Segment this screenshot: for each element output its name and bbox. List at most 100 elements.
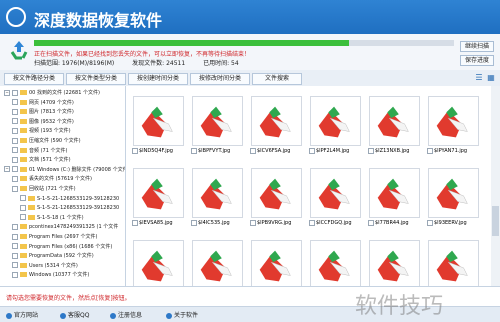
file-thumbnail[interactable] (191, 240, 244, 286)
tree-item[interactable]: 回收站 (721 个文件) (12, 185, 76, 193)
file-thumbnail[interactable] (132, 240, 185, 286)
image-preview-icon (251, 168, 302, 218)
file-name-label: $ICCFDGQ.jpg (309, 219, 362, 227)
tree-checkbox[interactable] (12, 89, 18, 96)
file-thumbnail[interactable]: $I4IC535.jpg (191, 168, 244, 228)
tree-checkbox[interactable] (20, 214, 26, 221)
official-site-link[interactable]: 官方网站 (6, 310, 38, 319)
save-progress-button[interactable]: 保存进度 (460, 55, 494, 66)
file-thumbnail[interactable] (309, 240, 362, 286)
tree-item[interactable]: Windows (10377 个文件) (12, 271, 89, 279)
tree-item-label: 图片 (7813 个文件) (29, 109, 74, 116)
tree-item[interactable]: 视频 (193 个文件) (12, 127, 71, 135)
tree-item[interactable]: 音频 (71 个文件) (12, 147, 67, 155)
tree-item[interactable]: − 00 找到的文件 (22681 个文件) (4, 89, 100, 97)
file-thumbnail[interactable]: $ICCFDGQ.jpg (309, 168, 362, 228)
tree-item[interactable]: S-1-5-21-1268533129-39128230 (20, 204, 119, 212)
file-checkbox[interactable] (368, 147, 374, 154)
support-qq-link[interactable]: 客服QQ (60, 310, 89, 319)
file-name: $ICV6FSA.jpg (257, 148, 291, 154)
tree-checkbox[interactable] (12, 271, 18, 278)
about-link[interactable]: 关于软件 (166, 310, 198, 319)
scanned-size: 扫描范围: 1976(M)/8196(M) (34, 60, 115, 67)
file-checkbox[interactable] (427, 147, 433, 154)
file-checkbox[interactable] (191, 147, 197, 154)
tree-item[interactable]: − 01 Windows (C:) 删除文件 (79008 个文件) (4, 166, 125, 174)
content-scrollbar[interactable] (491, 86, 500, 286)
tree-item[interactable]: S-1-5-21-1268533129-39128230 (20, 195, 119, 203)
tree-checkbox[interactable] (12, 223, 18, 230)
register-info-link[interactable]: 注册信息 (110, 310, 142, 319)
tree-item[interactable]: Program Files (x86) (1686 个文件) (12, 243, 112, 251)
tree-checkbox[interactable] (20, 204, 26, 211)
file-checkbox[interactable] (132, 219, 138, 226)
tree-checkbox[interactable] (12, 243, 18, 250)
tree-checkbox[interactable] (12, 185, 18, 192)
scroll-thumb[interactable] (492, 206, 499, 236)
tree-item[interactable]: pcontinex1478249391325 (1 个文件 (12, 223, 118, 231)
file-thumbnail[interactable]: $IPYAN71.jpg (427, 96, 480, 156)
file-thumbnail[interactable] (427, 240, 480, 286)
tree-checkbox[interactable] (12, 108, 18, 115)
tree-item[interactable]: Users (5314 个文件) (12, 262, 78, 270)
info-icon (166, 312, 172, 319)
tree-checkbox[interactable] (12, 166, 18, 173)
file-thumbnail[interactable] (368, 240, 421, 286)
file-checkbox[interactable] (132, 147, 138, 154)
file-checkbox[interactable] (427, 219, 433, 226)
tree-item[interactable]: Program Files (2697 个文件) (12, 233, 97, 241)
image-preview-icon (133, 240, 184, 286)
file-thumbnail[interactable]: $IPF2L4M.jpg (309, 96, 362, 156)
tree-item[interactable]: ProgramData (592 个文件) (12, 252, 94, 260)
tree-checkbox[interactable] (12, 99, 18, 106)
tree-item-label: pcontinex1478249391325 (1 个文件 (29, 224, 119, 231)
file-name: $I77BR44.jpg (375, 220, 409, 226)
tree-checkbox[interactable] (20, 195, 26, 202)
file-checkbox[interactable] (191, 219, 197, 226)
tree-checkbox[interactable] (12, 137, 18, 144)
tree-checkbox[interactable] (12, 262, 18, 269)
file-thumbnail[interactable]: $IZ13NXB.jpg (368, 96, 421, 156)
tree-checkbox[interactable] (12, 175, 18, 182)
tree-item[interactable]: 图片 (7813 个文件) (12, 108, 74, 116)
tree-item[interactable]: 压缩文件 (590 个文件) (12, 137, 81, 145)
tree-item-label: 回收站 (721 个文件) (29, 186, 76, 192)
file-name: $IEVSA85.jpg (139, 220, 173, 226)
file-checkbox[interactable] (368, 219, 374, 226)
tree-checkbox[interactable] (12, 252, 18, 259)
collapse-icon[interactable]: − (4, 166, 10, 173)
list-view-icon[interactable]: ☰ (474, 73, 484, 83)
file-thumbnail[interactable]: $IPB9VRG.jpg (250, 168, 303, 228)
tab-by-created[interactable]: 按创建时间分类 (128, 73, 188, 85)
tab-by-modified[interactable]: 按修改时间分类 (190, 73, 250, 85)
collapse-icon[interactable]: − (4, 89, 10, 96)
tree-checkbox[interactable] (12, 127, 18, 134)
file-thumbnail[interactable]: $I93EERV.jpg (427, 168, 480, 228)
file-thumbnail[interactable]: $IND5Q4F.jpg (132, 96, 185, 156)
grid-view-icon[interactable]: ▦ (486, 73, 496, 83)
stop-scan-button[interactable]: 继续扫描 (460, 41, 494, 52)
file-checkbox[interactable] (309, 219, 315, 226)
tree-item[interactable]: 丢失的文件 (57619 个文件) (12, 175, 92, 183)
file-checkbox[interactable] (250, 147, 256, 154)
tree-item[interactable]: 文档 (571 个文件) (12, 156, 71, 164)
file-thumbnail[interactable]: $I77BR44.jpg (368, 168, 421, 228)
tree-item[interactable]: 网页 (4709 个文件) (12, 99, 74, 107)
file-checkbox[interactable] (309, 147, 315, 154)
tab-by-type[interactable]: 按文件类型分类 (66, 73, 126, 85)
tree-checkbox[interactable] (12, 118, 18, 125)
folder-icon (20, 118, 27, 124)
tree-checkbox[interactable] (12, 156, 18, 163)
tree-checkbox[interactable] (12, 233, 18, 240)
file-thumbnail[interactable]: $IBPFVYT.jpg (191, 96, 244, 156)
file-thumbnail[interactable]: $IEVSA85.jpg (132, 168, 185, 228)
tree-item[interactable]: 图像 (9532 个文件) (12, 118, 74, 126)
tree-item[interactable]: S-1-5-18 (1 个文件) (20, 214, 84, 222)
image-preview-icon (192, 240, 243, 286)
file-thumbnail[interactable]: $ICV6FSA.jpg (250, 96, 303, 156)
tab-by-path[interactable]: 按文件路径分类 (4, 73, 64, 85)
file-checkbox[interactable] (250, 219, 256, 226)
tab-file-search[interactable]: 文件搜索 (252, 73, 302, 85)
file-thumbnail[interactable] (250, 240, 303, 286)
tree-checkbox[interactable] (12, 147, 18, 154)
